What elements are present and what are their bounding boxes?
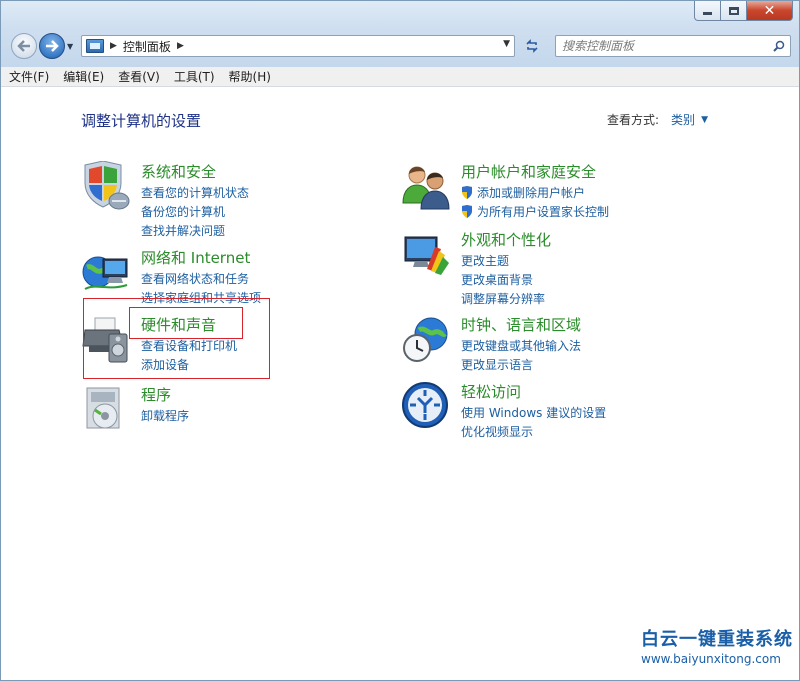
close-icon: ✕ bbox=[763, 2, 776, 19]
task-link-label[interactable]: 为所有用户设置家长控制 bbox=[477, 203, 609, 220]
navigation-bar: ▼ ▶ 控制面板 ▶ ▼ bbox=[9, 32, 791, 60]
programs-disc-icon bbox=[86, 387, 120, 429]
menu-view[interactable]: 查看(V) bbox=[116, 68, 162, 85]
task-link[interactable]: 查找并解决问题 bbox=[141, 221, 249, 240]
category-links: 使用 Windows 建议的设置 优化视频显示 bbox=[461, 403, 606, 441]
menu-file[interactable]: 文件(F) bbox=[7, 68, 51, 85]
uac-shield-icon bbox=[462, 186, 472, 199]
menu-tools[interactable]: 工具(T) bbox=[172, 68, 217, 85]
search-box[interactable] bbox=[555, 35, 791, 57]
recent-pages-button[interactable]: ▼ bbox=[67, 42, 77, 52]
watermark: 白云一键重装系统 www.baiyunxitong.com bbox=[641, 625, 793, 666]
category-appearance: 外观和个性化 更改主题 更改桌面背景 调整屏幕分辨率 bbox=[401, 229, 701, 306]
highlight-box-inner bbox=[129, 307, 243, 339]
search-input[interactable] bbox=[562, 39, 772, 53]
network-globe-icon bbox=[82, 256, 128, 290]
category-clock-language-region: 时钟、语言和区域 更改键盘或其他输入法 更改显示语言 bbox=[401, 314, 701, 372]
ease-of-access-icon bbox=[402, 382, 448, 428]
caption-buttons: ✕ bbox=[694, 1, 793, 21]
category-links: 查看您的计算机状态 备份您的计算机 查找并解决问题 bbox=[141, 183, 249, 240]
task-link-label[interactable]: 添加或删除用户帐户 bbox=[477, 184, 585, 201]
users-icon bbox=[402, 166, 450, 210]
category-links: 添加或删除用户帐户 为所有用户设置家长控制 bbox=[461, 183, 609, 221]
arrow-right-icon bbox=[46, 40, 59, 52]
minimize-button[interactable] bbox=[694, 1, 721, 21]
task-link[interactable]: 查看您的计算机状态 bbox=[141, 183, 249, 202]
forward-button[interactable] bbox=[39, 33, 65, 59]
refresh-button[interactable] bbox=[519, 35, 545, 57]
task-link[interactable]: 调整屏幕分辨率 bbox=[461, 289, 545, 308]
task-link[interactable]: 更改桌面背景 bbox=[461, 270, 545, 289]
category-links: 卸载程序 bbox=[141, 406, 189, 425]
view-by-label: 查看方式: bbox=[607, 113, 660, 127]
clock-globe-icon bbox=[403, 317, 448, 362]
menu-help[interactable]: 帮助(H) bbox=[227, 68, 273, 85]
category-programs: 程序 卸载程序 bbox=[81, 384, 341, 434]
category-title[interactable]: 时钟、语言和区域 bbox=[461, 314, 581, 335]
task-link[interactable]: 更改键盘或其他输入法 bbox=[461, 336, 581, 355]
category-title[interactable]: 外观和个性化 bbox=[461, 229, 551, 250]
control-panel-window: ✕ ▼ ▶ 控制面板 ▶ ▼ 搜索控制面板 文件(F) 编辑(E) 查看(V) … bbox=[0, 0, 800, 681]
content-area: 调整计算机的设置 查看方式: 类别 ▼ 系统和安全 查看您的计算机状态 备份您的… bbox=[1, 88, 799, 680]
task-link[interactable]: 更改显示语言 bbox=[461, 355, 581, 374]
address-bar[interactable]: ▶ 控制面板 ▶ ▼ bbox=[81, 35, 515, 57]
category-user-accounts: 用户帐户和家庭安全 添加或删除用户帐户 为所有用户设置家长控制 bbox=[401, 161, 701, 219]
search-icon[interactable] bbox=[773, 40, 785, 52]
category-links: 更改键盘或其他输入法 更改显示语言 bbox=[461, 336, 581, 374]
uac-shield-icon bbox=[462, 205, 472, 218]
maximize-button[interactable] bbox=[721, 1, 747, 21]
view-by-dropdown[interactable]: 类别 bbox=[671, 111, 695, 128]
back-button[interactable] bbox=[11, 33, 37, 59]
watermark-title: 白云一键重装系统 bbox=[641, 629, 793, 650]
task-link[interactable]: 添加或删除用户帐户 bbox=[461, 183, 609, 202]
arrow-left-icon bbox=[17, 40, 30, 52]
breadcrumb-chevron-icon[interactable]: ▶ bbox=[110, 41, 117, 51]
chevron-down-icon[interactable]: ▼ bbox=[701, 115, 708, 125]
title-bar: ✕ ▼ ▶ 控制面板 ▶ ▼ bbox=[1, 1, 799, 67]
task-link[interactable]: 更改主题 bbox=[461, 251, 545, 270]
task-link[interactable]: 备份您的计算机 bbox=[141, 202, 249, 221]
menu-edit[interactable]: 编辑(E) bbox=[61, 68, 106, 85]
category-system-security: 系统和安全 查看您的计算机状态 备份您的计算机 查找并解决问题 bbox=[81, 161, 341, 238]
task-link[interactable]: 卸载程序 bbox=[141, 406, 189, 425]
page-title: 调整计算机的设置 bbox=[81, 112, 202, 130]
category-title[interactable]: 用户帐户和家庭安全 bbox=[461, 161, 596, 182]
category-title[interactable]: 程序 bbox=[141, 384, 171, 405]
category-title[interactable]: 网络和 Internet bbox=[141, 247, 250, 268]
display-palette-icon bbox=[404, 236, 449, 275]
task-link[interactable]: 使用 Windows 建议的设置 bbox=[461, 403, 606, 422]
category-ease-of-access: 轻松访问 使用 Windows 建议的设置 优化视频显示 bbox=[401, 381, 701, 439]
breadcrumb-chevron-icon[interactable]: ▶ bbox=[177, 41, 184, 51]
task-link[interactable]: 优化视频显示 bbox=[461, 422, 606, 441]
minimize-icon bbox=[703, 12, 712, 15]
refresh-icon bbox=[526, 39, 538, 53]
menu-bar: 文件(F) 编辑(E) 查看(V) 工具(T) 帮助(H) bbox=[1, 67, 799, 87]
shield-computer-icon bbox=[84, 161, 130, 210]
watermark-url: www.baiyunxitong.com bbox=[641, 652, 781, 666]
maximize-icon bbox=[728, 6, 739, 15]
control-panel-icon bbox=[86, 39, 104, 53]
category-title[interactable]: 系统和安全 bbox=[141, 161, 216, 182]
task-link[interactable]: 为所有用户设置家长控制 bbox=[461, 202, 609, 221]
category-network-internet: 网络和 Internet 查看网络状态和任务 选择家庭组和共享选项 bbox=[81, 247, 341, 305]
category-title[interactable]: 轻松访问 bbox=[461, 381, 521, 402]
task-link[interactable]: 查看网络状态和任务 bbox=[141, 269, 261, 288]
view-by-control: 查看方式: 类别 ▼ bbox=[607, 111, 708, 128]
breadcrumb-control-panel[interactable]: 控制面板 bbox=[123, 38, 171, 55]
category-links: 更改主题 更改桌面背景 调整屏幕分辨率 bbox=[461, 251, 545, 308]
chevron-down-icon[interactable]: ▼ bbox=[503, 39, 510, 49]
close-button[interactable]: ✕ bbox=[747, 1, 793, 21]
